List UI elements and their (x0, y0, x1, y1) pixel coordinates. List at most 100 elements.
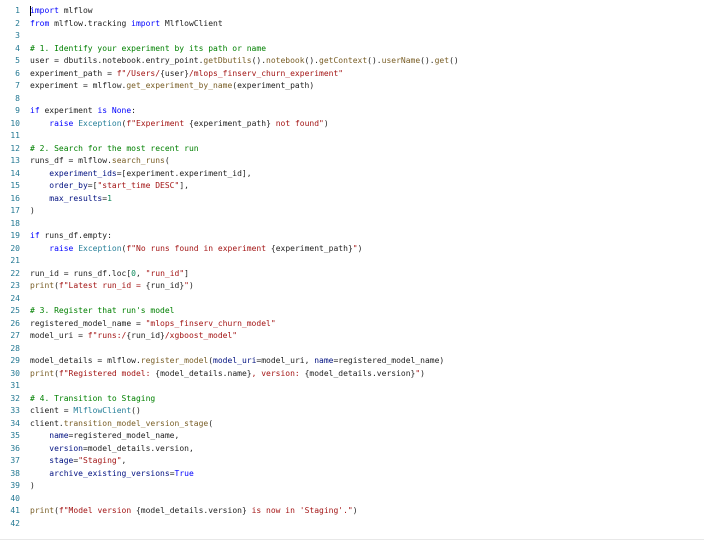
code-line[interactable]: 25 # 3. Register that run's model (0, 304, 704, 317)
code-line[interactable]: 9 if experiment is None: (0, 104, 704, 117)
line-number: 7 (15, 81, 20, 90)
code-token-function: register_model (140, 356, 209, 365)
line-number: 36 (10, 443, 20, 453)
code-line[interactable]: 10 raise Exception(f"Experiment {experim… (0, 117, 704, 130)
code-token-plain: , (121, 456, 127, 465)
line-number: 18 (10, 218, 20, 228)
code-token-plain: user = dbutils.notebook.entry_point. (30, 56, 204, 65)
code-text: # 4. Transition to Staging (30, 392, 155, 405)
line-number: 30 (10, 368, 20, 378)
code-line[interactable]: 34 client.transition_model_version_stage( (0, 417, 704, 430)
code-text: model_details = mlflow.register_model(mo… (30, 354, 444, 367)
code-token-plain: (). (420, 56, 435, 65)
line-number: 35 (10, 431, 20, 440)
code-line[interactable]: 38 archive_existing_versions=True (0, 467, 704, 480)
code-token-plain: =registered_model_name, (68, 431, 180, 440)
code-token-comment: # 2. Search for the most recent run (30, 143, 199, 153)
code-line[interactable]: 27 model_uri = f"runs:/{run_id}/xgboost_m… (0, 329, 704, 342)
code-token-plain: client. (30, 418, 64, 428)
code-text: if experiment is None: (30, 104, 136, 117)
code-token-function: getDbutils (203, 56, 252, 65)
code-token-string: f"Experiment (126, 118, 189, 128)
code-token-type: Exception (78, 118, 122, 128)
code-line[interactable]: 6 experiment_path = f"/Users/{user}/mlops… (0, 67, 704, 80)
line-number: 29 (10, 356, 20, 365)
code-token-variable: version (49, 443, 83, 453)
line-number: 14 (10, 168, 20, 178)
code-token-function: userName (381, 56, 421, 65)
code-line[interactable]: 19 if runs_df.empty: (0, 229, 704, 242)
code-token-variable: order_by (49, 181, 88, 190)
code-token-plain: ) (188, 281, 194, 290)
code-line[interactable]: 3 (0, 29, 704, 42)
line-number: 16 (10, 193, 20, 203)
code-token-plain: {experiment_path} (189, 118, 271, 128)
code-token-keyword: raise (49, 118, 74, 128)
line-number: 10 (10, 118, 20, 128)
code-text: ) (30, 479, 35, 492)
code-token-keyword: import (131, 18, 161, 28)
code-line[interactable]: 22 run_id = runs_df.loc[0, "run_id"] (0, 267, 704, 280)
code-line[interactable]: 20 raise Exception(f"No runs found in ex… (0, 242, 704, 255)
code-token-plain: =model_details.version, (82, 443, 194, 453)
code-token-comment: # 3. Register that run's model (30, 306, 175, 315)
code-token-plain: runs_df = mlflow. (30, 156, 112, 165)
code-line[interactable]: 37 stage="Staging", (0, 454, 704, 467)
code-token-keyword: if (30, 106, 40, 115)
code-token-plain: model_uri = (30, 331, 88, 340)
code-token-variable: experiment_ids (49, 168, 117, 178)
code-token-function: search_runs (111, 156, 165, 165)
code-line[interactable]: 32 # 4. Transition to Staging (0, 392, 704, 405)
code-token-plain: ] (184, 268, 189, 278)
code-token-variable: max_results (49, 193, 103, 203)
code-line[interactable]: 24 (0, 292, 704, 305)
code-line[interactable]: 33 client = MlflowClient() (0, 404, 704, 417)
code-token-plain: {run_id} (126, 331, 165, 340)
code-line[interactable]: 35 name=registered_model_name, (0, 429, 704, 442)
code-line[interactable]: 41 print(f"Model version {model_details.v… (0, 504, 704, 517)
code-line[interactable]: 30 print(f"Registered model: {model_detai… (0, 367, 704, 380)
line-number: 28 (10, 343, 20, 353)
code-line[interactable]: 4 # 1. Identify your experiment by its pa… (0, 42, 704, 55)
code-line[interactable]: 5 user = dbutils.notebook.entry_point.get… (0, 54, 704, 67)
code-text: experiment_path = f"/Users/{user}/mlops_… (30, 67, 343, 80)
code-token-function: get_experiment_by_name (126, 81, 233, 90)
code-line[interactable]: 23 print(f"Latest run_id = {run_id}") (0, 279, 704, 292)
code-line[interactable]: 21 (0, 254, 704, 267)
code-line[interactable]: 42 (0, 517, 704, 530)
code-line[interactable]: 28 (0, 342, 704, 355)
code-token-string: f"Model version (58, 506, 136, 515)
code-line[interactable]: 17) (0, 204, 704, 217)
code-line[interactable]: 14 experiment_ids=[experiment.experiment… (0, 167, 704, 180)
code-line[interactable]: 11 (0, 129, 704, 142)
code-line[interactable]: 8 (0, 92, 704, 105)
code-line[interactable]: 1 import mlflow (0, 4, 704, 17)
code-text: version=model_details.version, (30, 442, 194, 455)
code-token-keyword: True (174, 468, 194, 478)
code-line[interactable]: 39) (0, 479, 704, 492)
code-editor[interactable]: 1 import mlflow 2 from mlflow.tracking impo… (0, 2, 704, 542)
code-token-plain: (experiment_path) (232, 81, 315, 90)
code-line[interactable]: 7 experiment = mlflow.get_experiment_by_n… (0, 79, 704, 92)
code-line[interactable]: 13 runs_df = mlflow.search_runs( (0, 154, 704, 167)
code-token-string: is now in 'Staging'." (246, 506, 353, 515)
code-line[interactable]: 40 (0, 492, 704, 505)
code-line[interactable]: 18 (0, 217, 704, 230)
line-number: 4 (15, 43, 20, 53)
code-line[interactable]: 31 (0, 379, 704, 392)
code-line[interactable]: 29 model_details = mlflow.register_model(… (0, 354, 704, 367)
code-token-plain: {experiment_path} (270, 243, 353, 253)
code-line[interactable]: 26 registered_model_name = "mlops_finserv… (0, 317, 704, 330)
code-token-plain: {model_details.name} (155, 368, 252, 378)
code-text: client = MlflowClient() (30, 404, 141, 417)
code-token-string: f"Registered model: (58, 368, 156, 378)
code-line[interactable]: 12 # 2. Search for the most recent run (0, 142, 704, 155)
code-line[interactable]: 36 version=model_details.version, (0, 442, 704, 455)
code-line[interactable]: 2 from mlflow.tracking import MlflowClien… (0, 17, 704, 30)
code-line[interactable]: 16 max_results=1 (0, 192, 704, 205)
code-line[interactable]: 15 order_by=["start_time DESC"], (0, 179, 704, 192)
code-token-string: not found" (270, 118, 324, 128)
